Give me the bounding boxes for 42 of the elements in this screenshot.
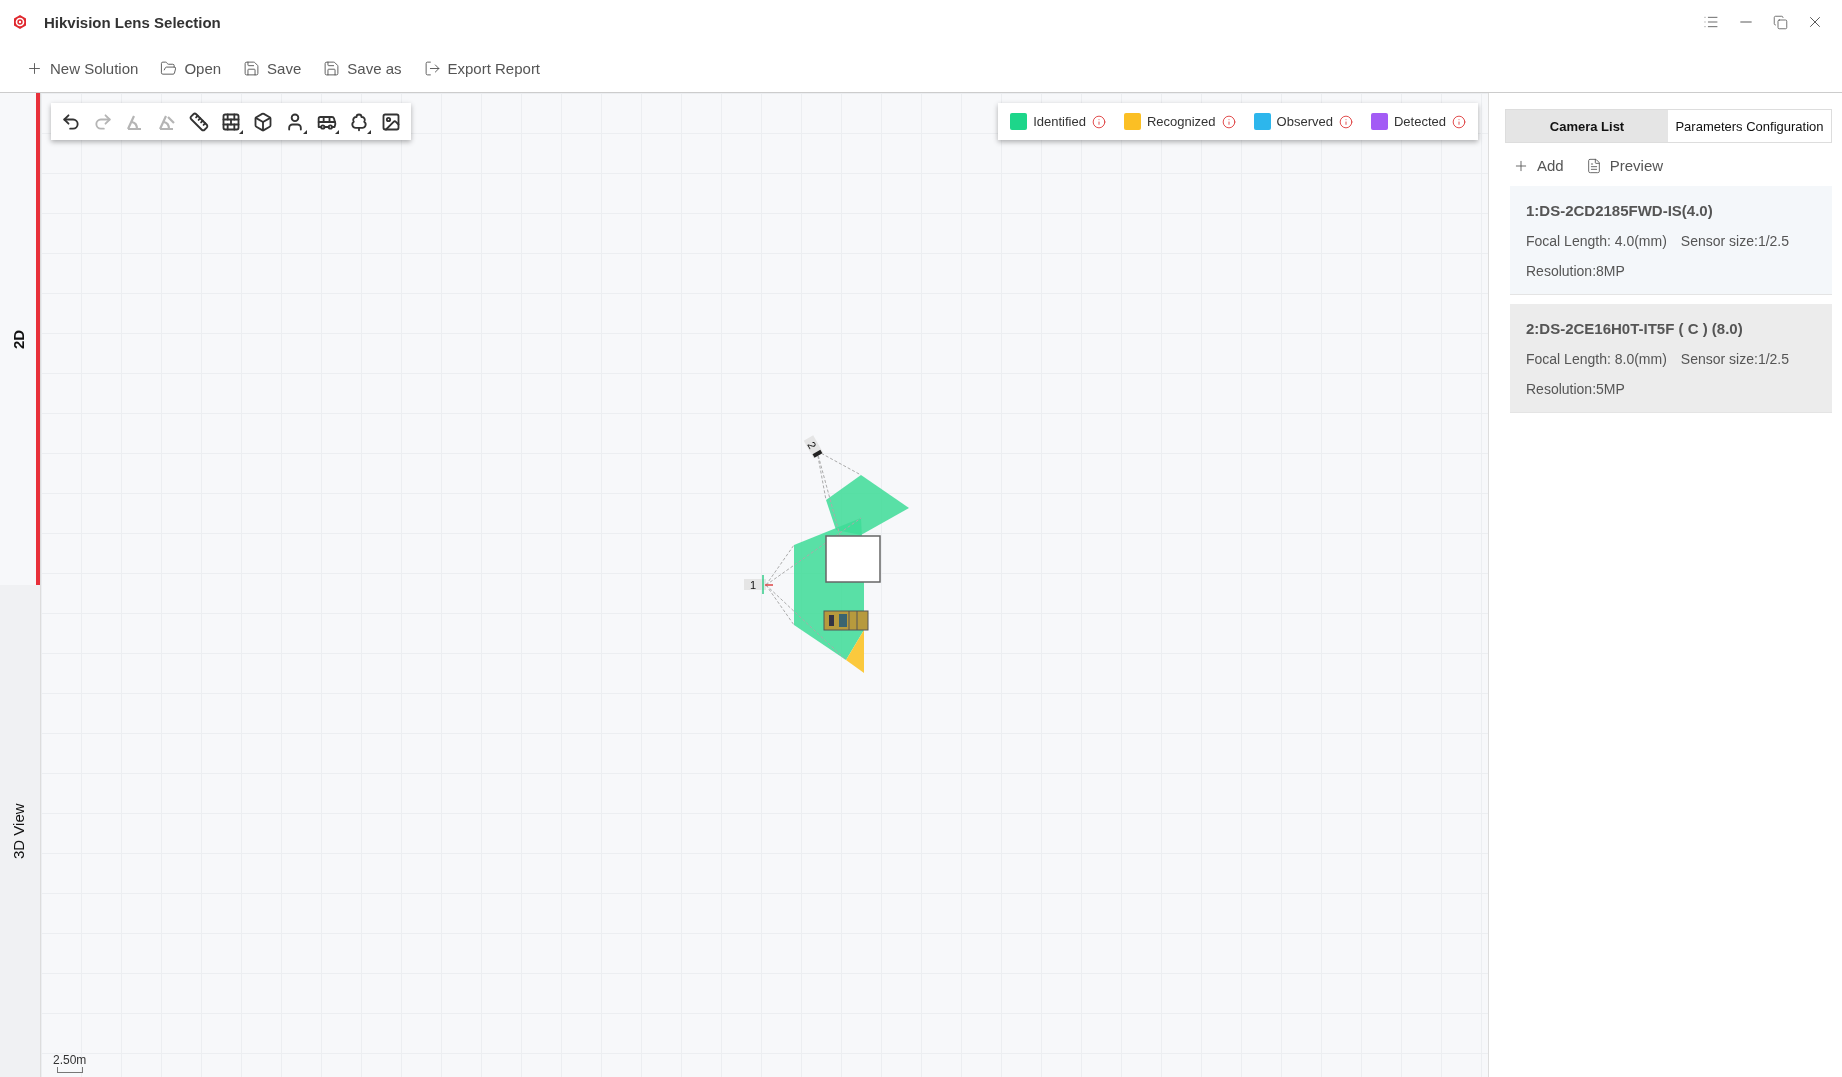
export-icon [423,59,441,77]
sensor-size: Sensor size:1/2.5 [1680,350,1789,369]
sensor-size: Sensor size:1/2.5 [1680,232,1789,251]
camera-model: 2:DS-2CE16H0T-IT5F ( C ) (8.0) [1526,319,1744,339]
camera-model: 1:DS-2CD2185FWD-IS(4.0) [1526,201,1714,221]
legend-label: Recognized [1146,114,1216,129]
app-logo-icon [12,14,28,30]
resolution: Resolution:5MP [1526,380,1625,399]
document-icon [1585,157,1602,174]
building-block [825,535,881,583]
folder-icon [160,59,178,77]
legend-label: Identified [1033,114,1086,129]
menu-icon[interactable] [1703,14,1719,30]
focal-length: Focal Length: 4.0(mm) [1526,232,1667,251]
camera-card[interactable]: 1:DS-2CD2185FWD-IS(4.0) Focal Length: 4.0(mm) Sensor size:1/2.5 Resolution:8MP [1510,186,1832,295]
menu-button[interactable]: Open [160,59,222,77]
truck-drawing [823,610,869,631]
menu-button[interactable]: New Solution [26,59,139,77]
add-button[interactable]: Add [1513,157,1564,174]
legend-label: Observed [1276,114,1333,129]
focal-length: Focal Length: 8.0(mm) [1526,350,1667,369]
info-icon[interactable] [1221,114,1236,129]
save-icon [243,59,261,77]
scale-label: 2.50m [53,1053,87,1067]
view-tab[interactable]: 2D [0,93,40,585]
window-title: Hikvision Lens Selection [44,13,222,31]
menu-button[interactable]: Export Report [423,59,541,77]
info-icon[interactable] [1091,114,1106,129]
menu-button[interactable]: Save as [323,59,402,77]
resolution: Resolution:8MP [1526,262,1625,281]
save-icon [323,59,341,77]
preview-button[interactable]: Preview [1585,157,1664,174]
restore-icon[interactable] [1773,14,1788,30]
camera-marker[interactable]: 2 [803,435,824,459]
scale-bar [57,1067,83,1073]
panel-tab[interactable]: Camera List [1506,110,1668,142]
view-tab[interactable]: 3D View [0,585,40,1077]
camera-card[interactable]: 2:DS-2CE16H0T-IT5F ( C ) (8.0) Focal Length: 8.0(mm) Sensor size:1/2.5 Resolution:5MP [1510,304,1832,413]
info-icon[interactable] [1452,114,1466,129]
menu-button[interactable]: Save [243,59,302,77]
info-icon[interactable] [1338,114,1353,129]
legend-label: Detected [1393,114,1446,129]
